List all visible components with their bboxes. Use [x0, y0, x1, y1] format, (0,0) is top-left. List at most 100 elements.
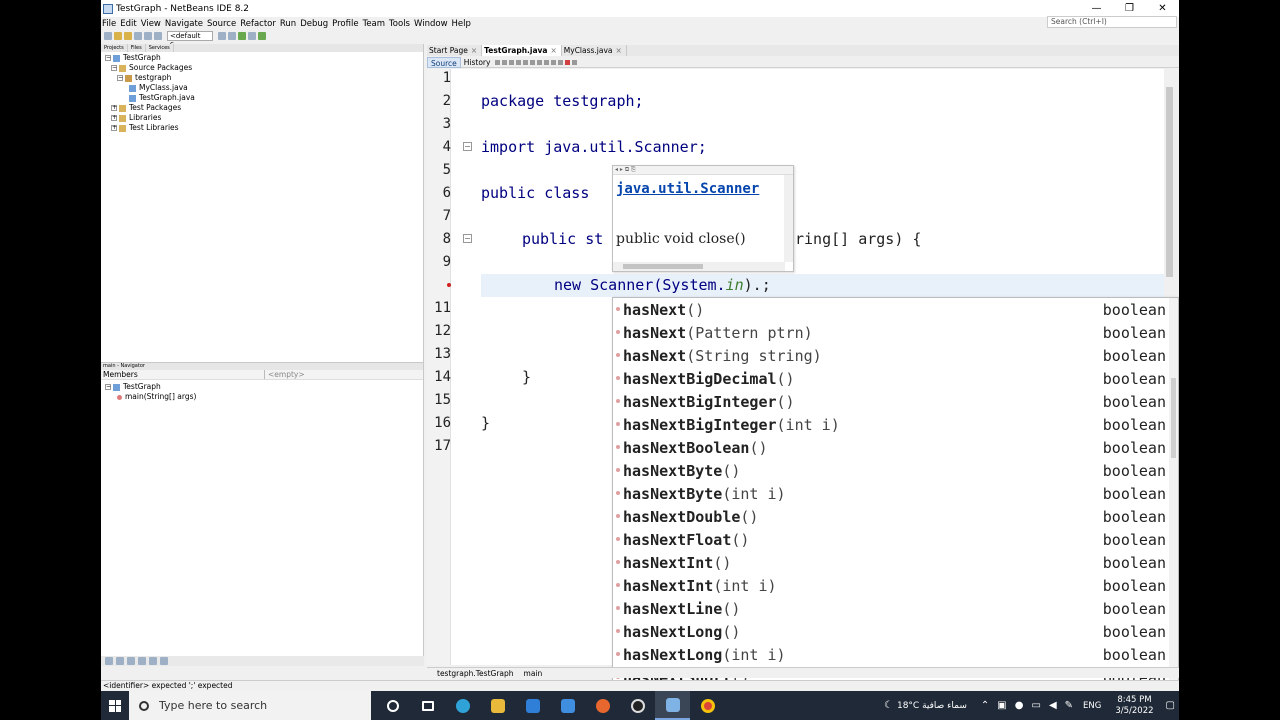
completion-item[interactable]: hasNextLong() boolean — [613, 621, 1171, 644]
filter-icon[interactable] — [127, 657, 135, 665]
error-marker-icon[interactable] — [447, 283, 451, 287]
uncomment-icon[interactable] — [558, 59, 564, 65]
taskbar-search-box[interactable]: Type here to search — [129, 691, 371, 720]
completion-item[interactable]: hasNext(Pattern ptrn) boolean — [613, 322, 1171, 345]
tree-node-testgraph-java[interactable]: TestGraph.java — [129, 93, 195, 103]
mail-button[interactable] — [550, 691, 585, 720]
shift-left-icon[interactable] — [537, 59, 543, 65]
close-icon[interactable]: × — [616, 46, 622, 55]
task-view-button[interactable] — [410, 691, 445, 720]
expand-icon[interactable]: + — [111, 125, 117, 131]
completion-item[interactable]: hasNextByte() boolean — [613, 460, 1171, 483]
tab-testgraph-java[interactable]: TestGraph.java × — [482, 45, 562, 56]
save-all-icon[interactable] — [134, 32, 142, 40]
tab-start-page[interactable]: Start Page × — [427, 45, 483, 56]
menu-refactor[interactable]: Refactor — [240, 19, 276, 29]
run-icon[interactable] — [238, 32, 246, 40]
tab-projects[interactable]: Projects — [101, 44, 128, 52]
members-filter-select[interactable]: <empty> — [265, 370, 423, 379]
fold-toggle-icon[interactable]: − — [463, 142, 472, 151]
filter-icon[interactable] — [138, 657, 146, 665]
menu-team[interactable]: Team — [363, 19, 385, 29]
tab-services[interactable]: Services — [146, 44, 174, 52]
find-next-icon[interactable] — [523, 59, 529, 65]
menu-tools[interactable]: Tools — [389, 19, 410, 29]
scrollbar-thumb[interactable] — [1171, 378, 1176, 458]
navigator-tab[interactable]: main - Navigator — [101, 363, 423, 370]
forward-icon[interactable] — [502, 59, 508, 65]
find-previous-icon[interactable] — [516, 59, 522, 65]
close-icon[interactable]: × — [550, 46, 556, 55]
tree-node-test-packages[interactable]: + Test Packages — [111, 103, 181, 113]
build-icon[interactable] — [218, 32, 226, 40]
tree-node-test-libraries[interactable]: + Test Libraries — [111, 123, 179, 133]
shift-right-icon[interactable] — [544, 59, 550, 65]
store-button[interactable] — [515, 691, 550, 720]
find-icon[interactable] — [509, 59, 515, 65]
menu-run[interactable]: Run — [280, 19, 296, 29]
javadoc-horizontal-scrollbar[interactable] — [613, 262, 785, 271]
chevron-up-icon[interactable]: ⌃ — [981, 700, 989, 711]
redo-icon[interactable] — [154, 32, 162, 40]
scrollbar-thumb[interactable] — [623, 264, 703, 269]
open-project-icon[interactable] — [124, 32, 132, 40]
language-indicator[interactable]: ENG — [1083, 701, 1101, 711]
breadcrumb-class[interactable]: testgraph.TestGraph — [437, 669, 514, 678]
breadcrumb-method[interactable]: main — [524, 669, 543, 678]
menu-view[interactable]: View — [141, 19, 161, 29]
comment-icon[interactable] — [551, 59, 557, 65]
network-icon[interactable]: ▣ — [997, 700, 1006, 711]
menu-file[interactable]: File — [102, 19, 116, 29]
collapse-icon[interactable]: − — [105, 384, 111, 390]
completion-item[interactable]: hasNextBigDecimal() boolean — [613, 368, 1171, 391]
completion-item[interactable]: hasNextBigInteger() boolean — [613, 391, 1171, 414]
toggle-highlight-icon[interactable] — [530, 59, 536, 65]
completion-item[interactable]: hasNext(String string) boolean — [613, 345, 1171, 368]
pen-icon[interactable]: ✎ — [1065, 700, 1073, 711]
stop-macro-icon[interactable] — [572, 59, 578, 65]
menu-debug[interactable]: Debug — [300, 19, 328, 29]
edge-button[interactable] — [445, 691, 480, 720]
javadoc-vertical-scrollbar[interactable] — [784, 175, 793, 262]
record-macro-icon[interactable] — [565, 59, 571, 65]
source-view-button[interactable]: Source — [427, 56, 461, 68]
file-explorer-button[interactable] — [480, 691, 515, 720]
configuration-select[interactable]: <default c... — [167, 31, 213, 48]
tree-node-testgraph-project[interactable]: − TestGraph — [105, 53, 161, 63]
close-button[interactable]: ✕ — [1146, 0, 1179, 17]
undo-icon[interactable] — [144, 32, 152, 40]
tree-node-libraries[interactable]: + Libraries — [111, 113, 161, 123]
minimize-button[interactable]: — — [1080, 0, 1113, 17]
clean-build-icon[interactable] — [228, 32, 236, 40]
start-button[interactable] — [101, 691, 129, 720]
filter-icon[interactable] — [160, 657, 168, 665]
tree-node-source-packages[interactable]: − Source Packages — [111, 63, 192, 73]
collapse-icon[interactable]: − — [105, 55, 111, 61]
nav-node-testgraph[interactable]: − TestGraph — [105, 382, 161, 392]
scrollbar-thumb[interactable] — [1166, 87, 1173, 277]
close-icon[interactable]: × — [471, 46, 477, 55]
completion-item[interactable]: hasNextInt() boolean — [613, 552, 1171, 575]
nav-node-main-method[interactable]: main(String[] args) — [117, 392, 196, 402]
tree-node-package-testgraph[interactable]: − testgraph — [117, 73, 171, 83]
netbeans-taskbar-button[interactable] — [655, 691, 690, 720]
collapse-icon[interactable]: − — [111, 65, 117, 71]
history-view-button[interactable]: History — [461, 57, 494, 68]
completion-item[interactable]: hasNextBigInteger(int i) boolean — [613, 414, 1171, 437]
completion-item[interactable]: hasNextLine() boolean — [613, 598, 1171, 621]
tab-myclass-java[interactable]: MyClass.java × — [562, 45, 627, 56]
chrome-button[interactable] — [690, 691, 725, 720]
weather-text[interactable]: 18°C سماء صافية — [897, 701, 967, 711]
firefox-button[interactable] — [585, 691, 620, 720]
completion-item[interactable]: hasNextByte(int i) boolean — [613, 483, 1171, 506]
debug-icon[interactable] — [248, 32, 256, 40]
menu-help[interactable]: Help — [452, 19, 471, 29]
volume-icon[interactable]: ◀ — [1049, 700, 1057, 711]
fold-toggle-icon[interactable]: − — [463, 234, 472, 243]
menu-window[interactable]: Window — [414, 19, 448, 29]
completion-item[interactable]: hasNextLong(int i) boolean — [613, 644, 1171, 667]
completion-item[interactable]: hasNextInt(int i) boolean — [613, 575, 1171, 598]
notifications-icon[interactable]: ▢ — [1166, 700, 1175, 711]
expand-icon[interactable]: + — [111, 105, 117, 111]
filter-icon[interactable] — [149, 657, 157, 665]
